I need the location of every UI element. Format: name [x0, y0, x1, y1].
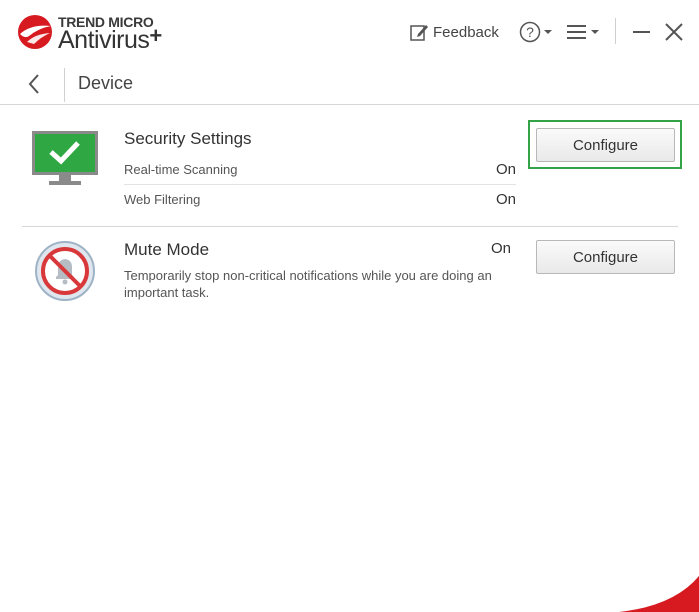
chevron-down-icon — [591, 30, 599, 34]
nav-bar: Device — [0, 64, 699, 105]
toolbar-divider — [615, 18, 616, 44]
back-button[interactable] — [0, 64, 64, 104]
monitor-check-icon — [32, 131, 98, 185]
mute-configure-button[interactable]: Configure — [536, 240, 675, 274]
chevron-left-icon — [28, 74, 39, 94]
mute-mode-title: Mute Mode — [124, 240, 210, 259]
minimize-icon[interactable] — [631, 20, 653, 44]
help-button[interactable]: ? — [519, 20, 553, 44]
title-bar: TREND MICRO Antivirus+ Feedback ? — [0, 0, 699, 64]
feedback-button[interactable]: Feedback — [409, 20, 499, 44]
security-settings-section: Security Settings Real-time Scanning On … — [0, 104, 699, 226]
chevron-down-icon — [544, 30, 552, 34]
security-settings-title: Security Settings — [124, 129, 252, 148]
realtime-scanning-label: Real-time Scanning — [124, 162, 238, 177]
row-divider — [124, 184, 516, 185]
help-circle-icon: ? — [519, 21, 541, 43]
nav-divider — [64, 68, 65, 102]
mute-mode-description: Temporarily stop non-critical notificati… — [124, 268, 492, 300]
close-icon[interactable] — [663, 20, 685, 44]
feedback-edit-icon — [410, 25, 428, 41]
mute-mode-section: Mute Mode On Temporarily stop non-critic… — [0, 227, 699, 317]
security-configure-button[interactable]: Configure — [536, 128, 675, 162]
page-title: Device — [78, 73, 134, 93]
corner-accent-decoration — [619, 576, 699, 612]
mute-mode-status: On — [490, 240, 511, 257]
main-menu-button[interactable] — [566, 20, 600, 44]
muted-bell-icon — [35, 241, 95, 301]
web-filtering-label: Web Filtering — [124, 192, 201, 207]
trend-micro-logo-icon — [18, 15, 52, 49]
feedback-label: Feedback — [433, 23, 499, 41]
svg-text:?: ? — [526, 24, 534, 40]
realtime-scanning-status: On — [495, 161, 516, 178]
brand-product: Antivirus+ — [58, 23, 162, 55]
hamburger-menu-icon — [567, 25, 586, 39]
web-filtering-status: On — [495, 191, 516, 208]
brand-plus: + — [149, 23, 162, 48]
brand-name: Antivirus — [58, 26, 150, 54]
